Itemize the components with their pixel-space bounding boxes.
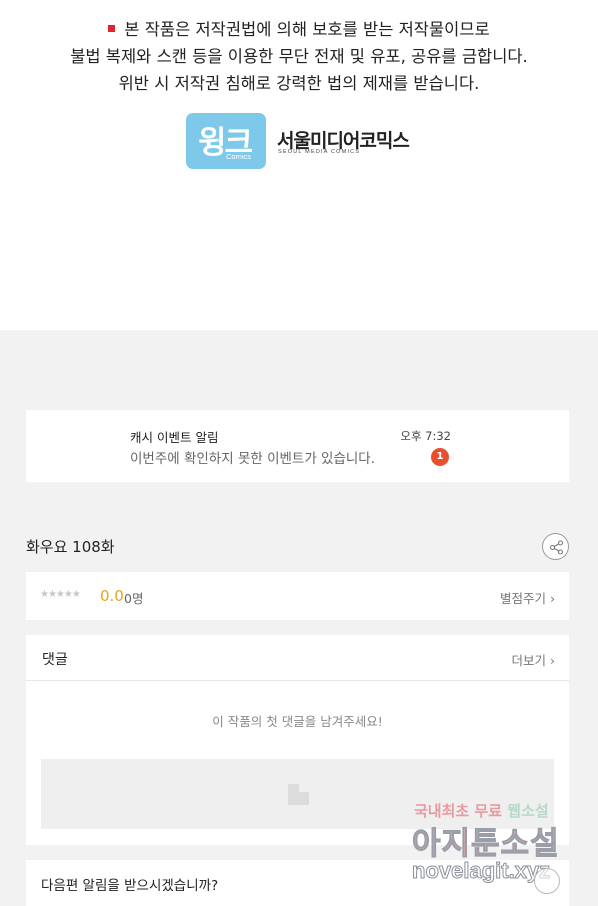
share-button[interactable] xyxy=(542,533,569,560)
notification-time: 오후 7:32 xyxy=(400,429,451,443)
wink-logo-sub: Comics xyxy=(226,152,252,161)
site-watermark: 국내최초 무료 웹소설 아지툰소설 novelagit.xyz xyxy=(410,800,598,906)
share-icon xyxy=(549,540,564,555)
wink-comics-logo: 윙크 Comics xyxy=(186,113,266,169)
cash-event-notification[interactable]: 캐시 이벤트 알림 오후 7:32 이번주에 확인하지 못한 이벤트가 있습니다… xyxy=(26,410,569,482)
rating-count: 0명 xyxy=(124,591,144,606)
copyright-section: 본 작품은 저작권법에 의해 보호를 받는 저작물이므로 불법 복제와 스캔 등… xyxy=(0,0,598,330)
rate-button[interactable]: 별점주기 › xyxy=(500,588,555,607)
comments-title: 댓글 xyxy=(42,652,68,668)
notice-line-2: 불법 복제와 스캔 등을 이용한 무단 전재 및 유포, 공유를 금합니다. xyxy=(70,47,528,66)
image-placeholder-icon xyxy=(288,784,309,805)
notice-line-3: 위반 시 저작권 침해로 강력한 법의 제재를 받습니다. xyxy=(118,74,480,93)
rating-score: 0.0 xyxy=(100,587,124,605)
copyright-notice: 본 작품은 저작권법에 의해 보호를 받는 저작물이므로 불법 복제와 스캔 등… xyxy=(0,16,598,97)
comments-more-link[interactable]: 더보기 › xyxy=(512,650,555,669)
next-alert-text: 다음편 알림을 받으시겠습니까? xyxy=(41,878,219,894)
notification-title: 캐시 이벤트 알림 xyxy=(130,430,219,445)
rating-panel: ★★★★★ 0.0 0명 별점주기 › xyxy=(26,572,569,620)
watermark-line-2: 아지툰소설 xyxy=(412,826,560,863)
seoul-media-logo-sub: SEOUL MEDIA COMICS xyxy=(278,149,361,155)
episode-title: 화우요 108화 xyxy=(26,538,115,556)
divider xyxy=(26,680,569,681)
scroll-top-icon[interactable] xyxy=(534,868,560,894)
watermark-line-3: novelagit.xyz xyxy=(411,858,551,884)
notification-body: 이번주에 확인하지 못한 이벤트가 있습니다. xyxy=(130,451,376,467)
publisher-logos: 윙크 Comics 서울미디어코믹스 SEOUL MEDIA COMICS xyxy=(186,113,426,169)
comments-empty-message: 이 작품의 첫 댓글을 남겨주세요! xyxy=(212,714,383,729)
notification-badge: 1 xyxy=(431,448,449,466)
notice-line-1: 본 작품은 저작권법에 의해 보호를 받는 저작물이므로 xyxy=(124,20,490,39)
rating-stars-icon: ★★★★★ xyxy=(40,589,81,600)
notice-bullet-icon xyxy=(108,25,116,32)
